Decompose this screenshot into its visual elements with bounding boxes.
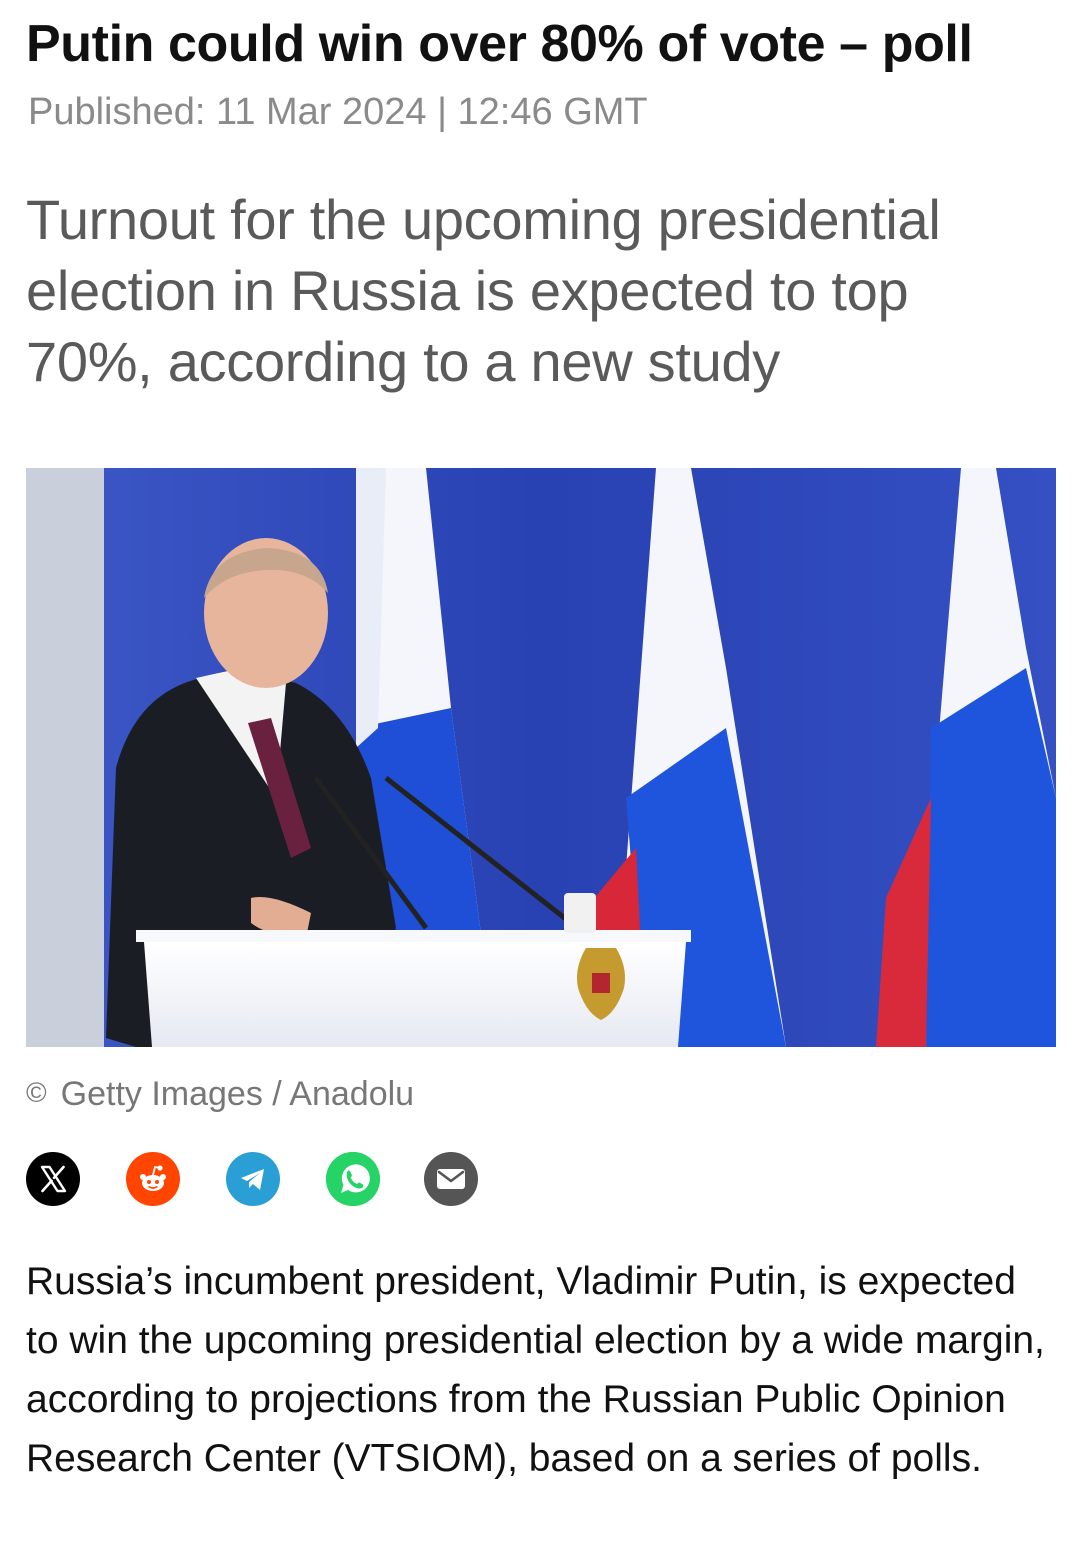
article-photo[interactable]	[26, 468, 1056, 1047]
whatsapp-share-button[interactable]	[326, 1152, 380, 1206]
article-summary: Turnout for the upcoming presidential el…	[26, 188, 941, 393]
copyright-symbol: ©	[26, 1077, 47, 1108]
x-logo-icon	[40, 1165, 67, 1193]
credit-text: Getty Images / Anadolu	[60, 1075, 415, 1113]
article-body: Russia’s incumbent president, Vladimir P…	[26, 1260, 1045, 1480]
reddit-share-button[interactable]	[126, 1152, 180, 1206]
share-bar	[26, 1152, 526, 1208]
telegram-share-button[interactable]	[226, 1152, 280, 1206]
photo-credit: © Getty Images / Anadolu	[26, 1072, 414, 1118]
article-headline: Putin could win over 80% of vote – poll	[26, 15, 973, 73]
telegram-icon	[241, 1169, 264, 1190]
published-date: Published: 11 Mar 2024 | 12:46 GMT	[28, 91, 648, 133]
reddit-icon	[140, 1165, 166, 1191]
email-share-button[interactable]	[424, 1152, 478, 1206]
envelope-icon	[437, 1169, 465, 1189]
x-share-button[interactable]	[26, 1152, 80, 1206]
whatsapp-icon	[326, 1152, 380, 1206]
